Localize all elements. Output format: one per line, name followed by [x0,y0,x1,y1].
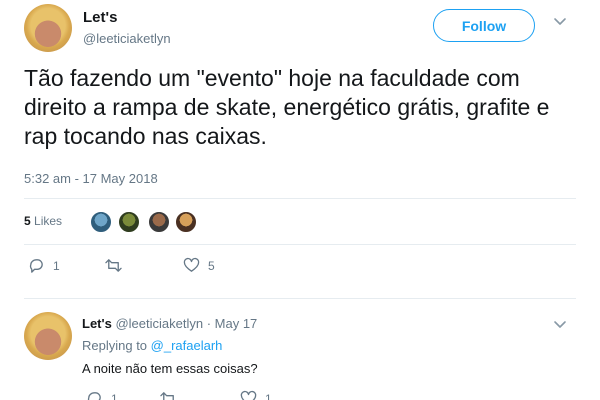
follow-button[interactable]: Follow [433,9,535,42]
like-action[interactable]: 1 [240,390,272,400]
heart-icon [183,257,200,272]
chevron-down-icon[interactable] [553,14,567,28]
tweet-text: Tão fazendo um "evento" hoje na faculdad… [24,65,550,149]
heart-icon [240,390,257,400]
avatar[interactable] [24,4,72,52]
reply-count: 1 [111,391,118,400]
likes-count: 5 [24,214,31,228]
like-count: 5 [208,258,215,273]
replying-prefix: Replying to [82,338,148,353]
retweet-icon [160,392,174,400]
liker-avatar[interactable] [90,211,112,233]
replying-to: Replying to @_rafaelarh [82,338,222,353]
reply-author-handle[interactable]: @leeticiaketlyn [115,316,203,331]
divider [24,198,576,199]
author-handle[interactable]: @leeticiaketlyn [83,31,171,46]
liker-avatar[interactable] [118,211,140,233]
chevron-down-icon[interactable] [553,317,567,331]
retweet-icon [105,259,122,272]
reply-icon [29,259,43,273]
reply-header: Let's @leeticiaketlyn · May 17 [82,316,257,331]
likes-label: Likes [34,214,63,228]
avatar[interactable] [24,312,72,360]
liker-avatar[interactable] [175,211,197,233]
reply-date[interactable]: · May 17 [207,316,258,331]
reply-count: 1 [53,258,60,273]
reply-author-name[interactable]: Let's [82,316,112,331]
divider [24,298,576,299]
reply-icon [87,392,101,400]
reply-text: A noite não tem essas coisas? [82,361,258,376]
liker-avatar[interactable] [148,211,170,233]
retweet-action[interactable] [160,390,185,400]
reply-action[interactable]: 1 [86,390,118,400]
retweet-action[interactable] [105,257,130,274]
reply-action[interactable]: 1 [28,257,60,274]
divider [24,244,576,245]
likes-summary[interactable]: 5 Likes [24,214,62,228]
like-action[interactable]: 5 [183,257,215,274]
tweet-timestamp[interactable]: 5:32 am - 17 May 2018 [24,171,158,186]
replying-to-link[interactable]: @_rafaelarh [151,338,223,353]
like-count: 1 [265,391,272,400]
author-name[interactable]: Let's [83,9,117,26]
